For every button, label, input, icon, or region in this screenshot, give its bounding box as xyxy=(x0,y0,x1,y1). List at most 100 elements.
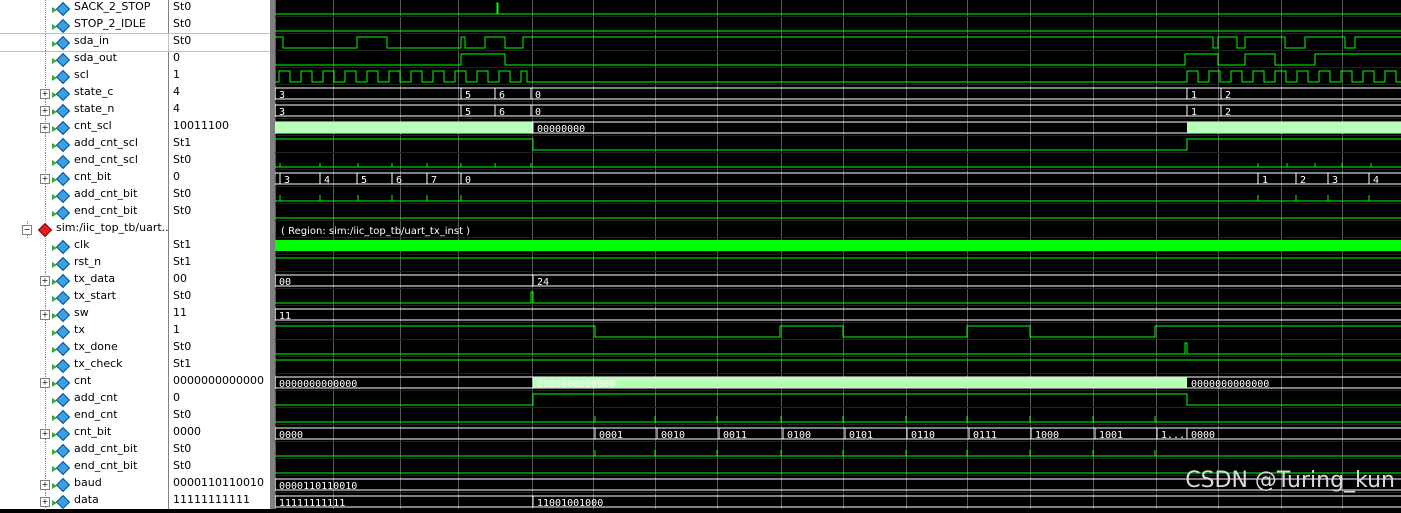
expand-icon[interactable]: + xyxy=(40,89,50,99)
expand-icon[interactable]: + xyxy=(40,276,50,286)
signal-value-cell[interactable]: 11 xyxy=(169,306,271,323)
signal-arrow-icon xyxy=(52,398,57,404)
tree-line xyxy=(45,255,46,272)
signal-value-cell[interactable]: St0 xyxy=(169,340,271,357)
signal-row-sw[interactable]: + sw xyxy=(0,306,168,323)
waveform-window: SACK_2_STOP STOP_2_IDLE sda_in sda_out scl + s… xyxy=(0,0,1401,510)
signal-row-tx-check[interactable]: tx_check xyxy=(0,357,168,374)
signal-row-add-cnt-bit[interactable]: add_cnt_bit xyxy=(0,187,168,204)
bus-value-label: 1001 xyxy=(1099,430,1123,441)
signal-name-label: tx_check xyxy=(74,357,123,370)
signal-value-cell[interactable]: St1 xyxy=(169,238,271,255)
signal-value-cell[interactable]: 1 xyxy=(169,68,271,85)
signal-value-label: 0000 xyxy=(173,425,201,438)
signal-value-cell[interactable]: 0 xyxy=(169,170,271,187)
signal-value-cell[interactable]: 1 xyxy=(169,323,271,340)
signal-row-cnt-scl[interactable]: + cnt_scl xyxy=(0,119,168,136)
expand-icon[interactable]: + xyxy=(40,123,50,133)
signal-value-cell[interactable]: 4 xyxy=(169,102,271,119)
signal-row-tx-done[interactable]: tx_done xyxy=(0,340,168,357)
signal-row-clk[interactable]: clk xyxy=(0,238,168,255)
signal-value-cell[interactable]: 10011100 xyxy=(169,119,271,136)
signal-row-rst-n[interactable]: rst_n xyxy=(0,255,168,272)
signal-value-cell[interactable]: St1 xyxy=(169,357,271,374)
signal-row-tx-start[interactable]: tx_start xyxy=(0,289,168,306)
bus-value-label: 5 xyxy=(465,107,471,118)
signal-row-add-cnt[interactable]: add_cnt xyxy=(0,391,168,408)
signal-value-cell[interactable]: 4 xyxy=(169,85,271,102)
signal-value-cell[interactable]: 0000 xyxy=(169,425,271,442)
signal-arrow-icon xyxy=(52,330,57,336)
signal-value-cell[interactable]: 0000000000000 xyxy=(169,374,271,391)
signal-name-label: state_c xyxy=(74,85,114,98)
signal-name-label: tx xyxy=(74,323,85,336)
signal-diamond-icon xyxy=(55,324,71,340)
signal-name-label: end_cnt_scl xyxy=(74,153,138,166)
signal-arrow-icon xyxy=(52,194,57,200)
expand-icon[interactable]: + xyxy=(40,106,50,116)
signal-arrow-icon xyxy=(52,41,57,47)
waveform-pane[interactable]: 3 5 6 0 1 2 3 5 6 0 1 2 00000000 3 4 5 6 7 0 1 2 3 4( Region: … xyxy=(274,0,1401,510)
collapse-icon[interactable]: − xyxy=(22,225,32,235)
signal-value-cell[interactable]: 00 xyxy=(169,272,271,289)
expand-icon[interactable]: + xyxy=(40,497,50,507)
signal-value-cell[interactable]: St0 xyxy=(169,187,271,204)
signal-row-stop-2-idle[interactable]: STOP_2_IDLE xyxy=(0,17,168,34)
bus-value-label: 0 xyxy=(535,90,541,101)
signal-row-add-cnt-bit[interactable]: add_cnt_bit xyxy=(0,442,168,459)
signal-value-cell[interactable]: St0 xyxy=(169,442,271,459)
signal-value-cell[interactable]: St1 xyxy=(169,255,271,272)
bus-value-label: 0 xyxy=(535,107,541,118)
signal-name-label: cnt_bit xyxy=(74,170,112,183)
bus-value-label: 0000000000000 xyxy=(279,379,357,390)
signal-value-cell[interactable]: St1 xyxy=(169,136,271,153)
signal-row-sda-in[interactable]: sda_in xyxy=(0,33,169,52)
signal-row-cnt-bit[interactable]: + cnt_bit xyxy=(0,425,168,442)
signal-row-end-cnt-bit[interactable]: end_cnt_bit xyxy=(0,204,168,221)
signal-row-state-n[interactable]: + state_n xyxy=(0,102,168,119)
signal-value-label: St1 xyxy=(173,255,192,268)
signal-row-tx-data[interactable]: + tx_data xyxy=(0,272,168,289)
signal-row-cnt[interactable]: + cnt xyxy=(0,374,168,391)
signal-value-cell[interactable]: St0 xyxy=(168,33,272,52)
signal-value-cell[interactable]: St0 xyxy=(169,459,271,476)
tree-line xyxy=(45,323,46,340)
signal-row-sack-2-stop[interactable]: SACK_2_STOP xyxy=(0,0,168,17)
bus-value-label: 0011 xyxy=(723,430,747,441)
signal-value-cell[interactable]: 0000110110010 xyxy=(169,476,271,493)
signal-value-cell[interactable]: St0 xyxy=(169,289,271,306)
signal-value-cell[interactable]: St0 xyxy=(169,17,271,34)
waveform-canvas[interactable]: 3 5 6 0 1 23 5 6 0 1 2000000003 4 5 6 7 0 1 2 3 4( Region: … xyxy=(274,0,1401,510)
signal-row-cnt-bit[interactable]: + cnt_bit xyxy=(0,170,168,187)
signal-arrow-icon xyxy=(52,415,57,421)
signal-row-sda-out[interactable]: sda_out xyxy=(0,51,168,68)
signal-value-cell[interactable] xyxy=(169,221,271,238)
signal-row-tx[interactable]: tx xyxy=(0,323,168,340)
signal-row-baud[interactable]: + baud xyxy=(0,476,168,493)
signal-value-cell[interactable]: St0 xyxy=(169,204,271,221)
signal-row-end-cnt[interactable]: end_cnt xyxy=(0,408,168,425)
expand-icon[interactable]: + xyxy=(40,174,50,184)
expand-icon[interactable]: + xyxy=(40,378,50,388)
signal-row-state-c[interactable]: + state_c xyxy=(0,85,168,102)
signal-value-cell[interactable]: St0 xyxy=(169,153,271,170)
signal-value-label: St1 xyxy=(173,136,192,149)
signal-value-cell[interactable]: St0 xyxy=(169,0,271,17)
signal-value-cell[interactable]: 11111111111 xyxy=(169,493,271,510)
signal-row-scl[interactable]: scl xyxy=(0,68,168,85)
expand-icon[interactable]: + xyxy=(40,429,50,439)
signal-value-cell[interactable]: 0 xyxy=(169,391,271,408)
signal-name-label: baud xyxy=(74,476,102,489)
signal-name-label: end_cnt xyxy=(74,408,118,421)
signal-row-end-cnt-scl[interactable]: end_cnt_scl xyxy=(0,153,168,170)
signal-value-cell[interactable]: 0 xyxy=(169,51,271,68)
signal-row-sim-iic-top-tb-uart-[interactable]: − sim:/iic_top_tb/uart... xyxy=(0,221,172,238)
expand-icon[interactable]: + xyxy=(40,480,50,490)
clock-dense-fill xyxy=(275,240,1401,251)
signal-row-data[interactable]: + data xyxy=(0,493,168,510)
signal-value-cell[interactable]: St0 xyxy=(169,408,271,425)
signal-name-label: sw xyxy=(74,306,89,319)
signal-row-add-cnt-scl[interactable]: add_cnt_scl xyxy=(0,136,168,153)
expand-icon[interactable]: + xyxy=(40,310,50,320)
signal-row-end-cnt-bit[interactable]: end_cnt_bit xyxy=(0,459,168,476)
